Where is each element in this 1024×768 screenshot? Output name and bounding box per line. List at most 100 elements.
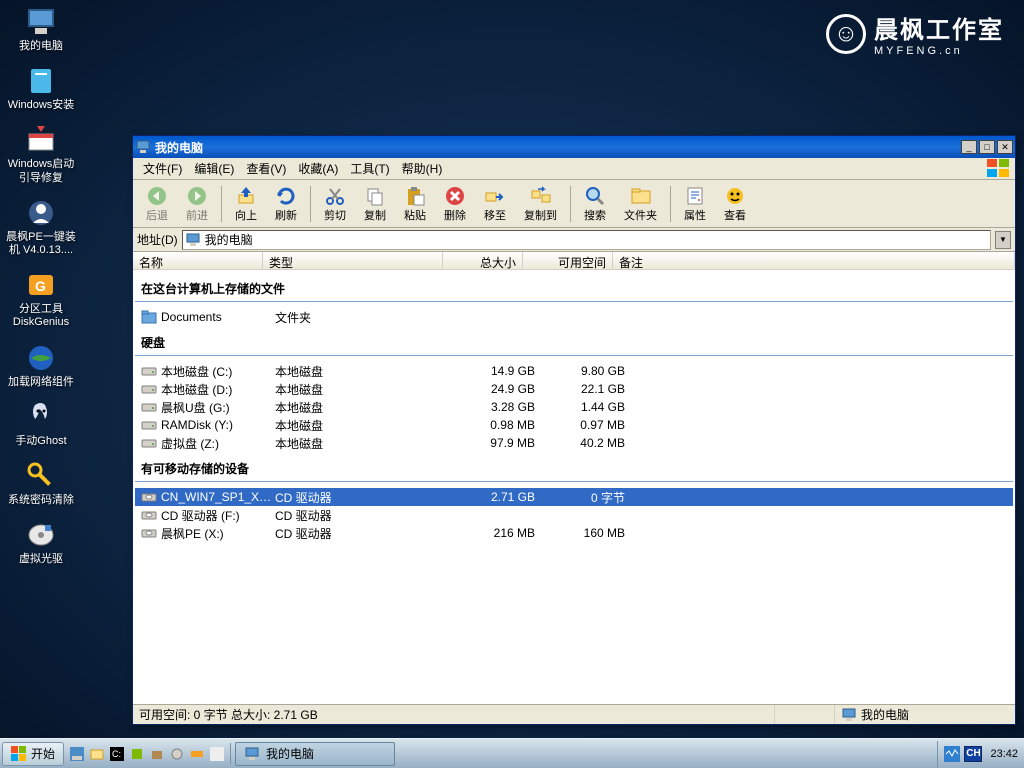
- address-input[interactable]: 我的电脑: [182, 230, 991, 250]
- toolbar-button[interactable]: 查看: [715, 182, 755, 226]
- desktop-icon[interactable]: G分区工具DiskGenius: [4, 267, 78, 331]
- language-indicator[interactable]: CH: [964, 746, 982, 762]
- ql-partition-icon[interactable]: [188, 745, 206, 763]
- disk-icon: [141, 381, 157, 397]
- menu-item[interactable]: 收藏(A): [292, 158, 344, 179]
- clock[interactable]: 23:42: [986, 748, 1022, 760]
- maximize-button[interactable]: □: [979, 140, 995, 154]
- toolbar-separator: [570, 186, 571, 222]
- toolbar-button[interactable]: 剪切: [315, 182, 355, 226]
- desktop-icon[interactable]: Windows启动引导修复: [4, 122, 78, 186]
- toolbar-button: 后退: [137, 182, 177, 226]
- ql-cmd-icon[interactable]: C:: [108, 745, 126, 763]
- ql-disk-icon[interactable]: [168, 745, 186, 763]
- minimize-button[interactable]: _: [961, 140, 977, 154]
- list-item[interactable]: Documents文件夹: [135, 308, 1013, 326]
- desktop-icon[interactable]: 系统密码清除: [4, 458, 78, 509]
- toolbar-button[interactable]: 向上: [226, 182, 266, 226]
- ql-shortcut-icon[interactable]: [208, 745, 226, 763]
- ql-explorer-icon[interactable]: [88, 745, 106, 763]
- desktop-icon-image: [25, 519, 57, 551]
- toolbar-button[interactable]: 删除: [435, 182, 475, 226]
- toolbar-label: 删除: [444, 207, 466, 223]
- toolbar-label: 复制到: [524, 207, 557, 223]
- desktop-icon-label: 分区工具DiskGenius: [6, 303, 76, 329]
- desktop-icon-image: [25, 460, 57, 492]
- address-dropdown-button[interactable]: ▼: [995, 231, 1011, 249]
- list-item[interactable]: CD 驱动器 (F:)CD 驱动器: [135, 506, 1013, 524]
- desktop-icon[interactable]: 加载网络组件: [4, 340, 78, 391]
- column-headers: 名称 类型 总大小 可用空间 备注: [133, 252, 1015, 270]
- toolbar-separator: [670, 186, 671, 222]
- taskbar: 开始 C: 我的电脑 CH 23:42: [0, 738, 1024, 768]
- desktop-icon[interactable]: 手动Ghost: [4, 399, 78, 450]
- item-size: 0.98 MB: [455, 418, 535, 432]
- column-size[interactable]: 总大小: [443, 252, 523, 269]
- item-name: 本地磁盘 (D:): [161, 381, 275, 398]
- status-left: 可用空间: 0 字节 总大小: 2.71 GB: [133, 705, 775, 724]
- watermark-cn: 晨枫工作室: [874, 10, 1004, 45]
- toolbar-button[interactable]: 复制到: [515, 182, 566, 226]
- menu-item[interactable]: 查看(V): [240, 158, 292, 179]
- column-space[interactable]: 可用空间: [523, 252, 613, 269]
- menu-item[interactable]: 帮助(H): [396, 158, 449, 179]
- menu-item[interactable]: 编辑(E): [188, 158, 240, 179]
- item-type: 文件夹: [275, 309, 455, 326]
- toolbar-button[interactable]: 刷新: [266, 182, 306, 226]
- close-button[interactable]: ✕: [997, 140, 1013, 154]
- cd-icon: [141, 525, 157, 541]
- desktop-icon-label: 系统密码清除: [8, 494, 74, 507]
- desktop-icon[interactable]: Windows安装: [4, 63, 78, 114]
- toolbar-label: 属性: [684, 207, 706, 223]
- file-list[interactable]: 在这台计算机上存储的文件Documents文件夹硬盘本地磁盘 (C:)本地磁盘1…: [133, 270, 1015, 704]
- list-item[interactable]: 虚拟盘 (Z:)本地磁盘97.9 MB40.2 MB: [135, 434, 1013, 452]
- toolbar-icon: [186, 185, 208, 207]
- item-size: 97.9 MB: [455, 436, 535, 450]
- item-name: 晨枫U盘 (G:): [161, 399, 275, 416]
- list-item[interactable]: RAMDisk (Y:)本地磁盘0.98 MB0.97 MB: [135, 416, 1013, 434]
- folder-icon: [141, 309, 157, 325]
- taskbar-item-explorer[interactable]: 我的电脑: [235, 742, 395, 766]
- desktop-icon[interactable]: 我的电脑: [4, 4, 78, 55]
- svg-text:C:: C:: [112, 749, 121, 759]
- list-item[interactable]: 晨枫PE (X:)CD 驱动器216 MB160 MB: [135, 524, 1013, 542]
- ql-devmgmt-icon[interactable]: [128, 745, 146, 763]
- toolbar-button[interactable]: 属性: [675, 182, 715, 226]
- desktop-icon[interactable]: 虚拟光驱: [4, 517, 78, 568]
- toolbar-button[interactable]: 复制: [355, 182, 395, 226]
- list-item[interactable]: 本地磁盘 (C:)本地磁盘14.9 GB9.80 GB: [135, 362, 1013, 380]
- column-notes[interactable]: 备注: [613, 252, 1015, 269]
- taskbar-separator: [230, 743, 231, 765]
- item-type: 本地磁盘: [275, 363, 455, 380]
- start-button[interactable]: 开始: [2, 742, 64, 766]
- toolbar-button[interactable]: 粘贴: [395, 182, 435, 226]
- toolbar: 后退前进向上刷新剪切复制粘贴删除移至复制到搜索文件夹属性查看: [133, 180, 1015, 228]
- titlebar[interactable]: 我的电脑 _ □ ✕: [133, 136, 1015, 158]
- ql-install-icon[interactable]: [148, 745, 166, 763]
- toolbar-button[interactable]: 文件夹: [615, 182, 666, 226]
- list-item[interactable]: 本地磁盘 (D:)本地磁盘24.9 GB22.1 GB: [135, 380, 1013, 398]
- toolbar-icon: [364, 185, 386, 207]
- column-type[interactable]: 类型: [263, 252, 443, 269]
- item-name: 本地磁盘 (C:): [161, 363, 275, 380]
- column-name[interactable]: 名称: [133, 252, 263, 269]
- item-type: CD 驱动器: [275, 489, 455, 506]
- item-name: CD 驱动器 (F:): [161, 507, 275, 524]
- item-type: CD 驱动器: [275, 507, 455, 524]
- desktop-icon[interactable]: 晨枫PE一键装机 V4.0.13....: [4, 195, 78, 259]
- menu-item[interactable]: 文件(F): [137, 158, 188, 179]
- toolbar-label: 向上: [235, 207, 257, 223]
- tray-activity-icon[interactable]: [944, 746, 960, 762]
- status-right: 我的电脑: [835, 705, 1015, 724]
- desktop-icon-image: G: [25, 269, 57, 301]
- toolbar-button[interactable]: 移至: [475, 182, 515, 226]
- menu-item[interactable]: 工具(T): [344, 158, 395, 179]
- ql-desktop-icon[interactable]: [68, 745, 86, 763]
- toolbar-button[interactable]: 搜索: [575, 182, 615, 226]
- list-item[interactable]: 晨枫U盘 (G:)本地磁盘3.28 GB1.44 GB: [135, 398, 1013, 416]
- watermark: ☺ 晨枫工作室 MYFENG.cn: [826, 10, 1004, 57]
- toolbar-separator: [221, 186, 222, 222]
- toolbar-label: 刷新: [275, 207, 297, 223]
- list-item[interactable]: CN_WIN7_SP1_X86...CD 驱动器2.71 GB0 字节: [135, 488, 1013, 506]
- cd-icon: [141, 507, 157, 523]
